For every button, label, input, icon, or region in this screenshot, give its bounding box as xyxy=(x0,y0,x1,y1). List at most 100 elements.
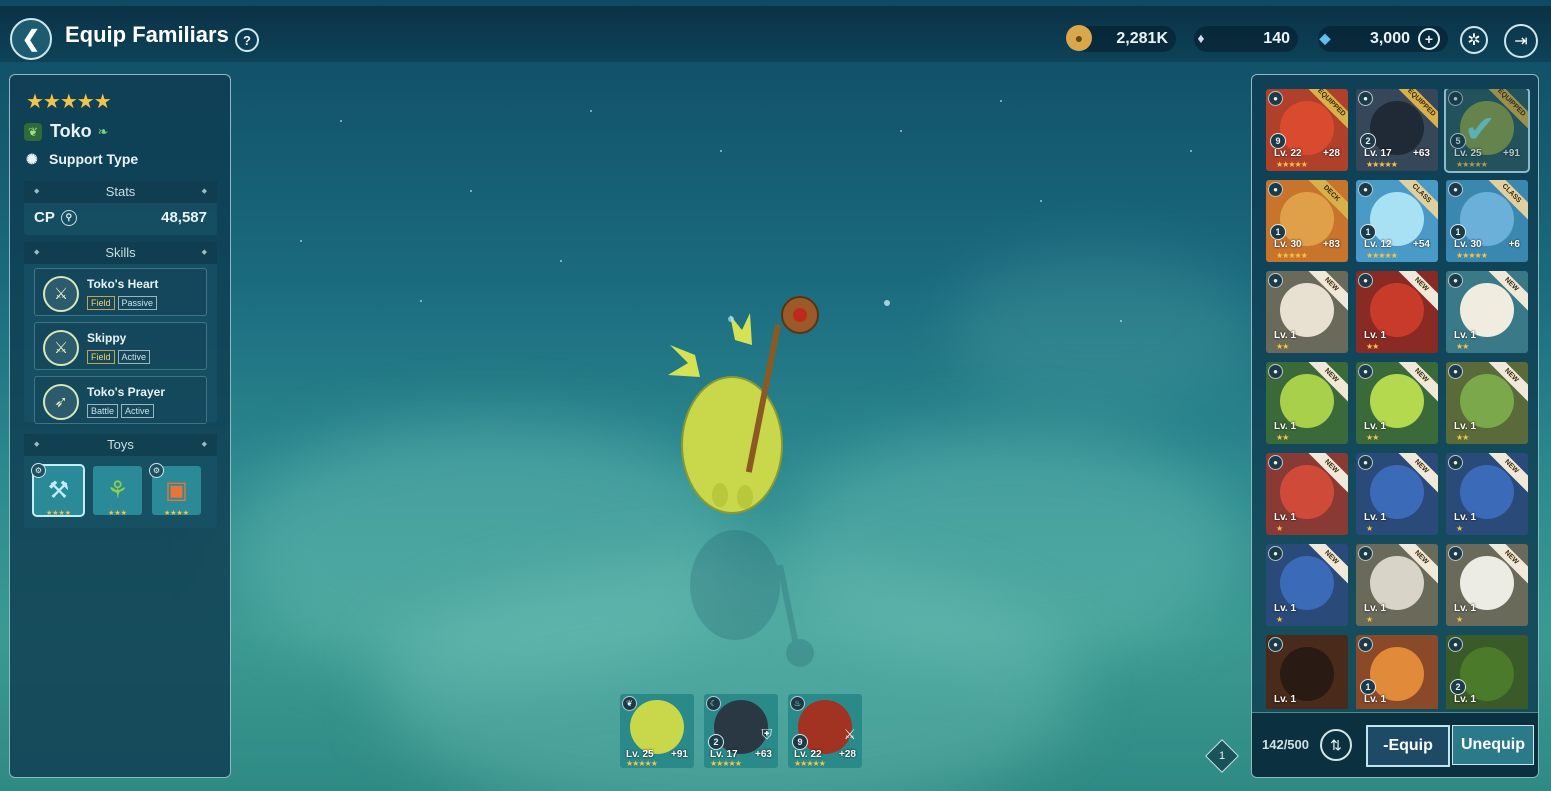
card-level: Lv. 1 xyxy=(1274,512,1297,523)
familiar-card[interactable]: ● NEW Lv. 1 ★ xyxy=(1266,544,1348,626)
element-icon: ● xyxy=(1268,637,1283,652)
familiar-portrait xyxy=(630,700,684,754)
familiar-card[interactable]: ● NEW Lv. 1 ★ xyxy=(1356,453,1438,535)
familiar-card[interactable]: ● EQUIPPED 9 Lv. 22 +28 ★★★★★ xyxy=(1266,89,1348,171)
card-level: Lv. 1 xyxy=(1274,330,1297,341)
familiar-card[interactable]: ● EQUIPPED 5 ✔ Lv. 25 +91 ★★★★★ xyxy=(1444,89,1530,173)
familiar-type: Support Type xyxy=(49,151,139,167)
gold-value: 2,281K xyxy=(1116,30,1168,47)
help-button[interactable]: ? xyxy=(235,28,259,52)
settings-gear-icon[interactable]: ✲ xyxy=(1460,26,1488,54)
checkmark-icon: ✔ xyxy=(1464,109,1496,151)
familiar-portrait xyxy=(1370,556,1424,610)
diamond-icon: ◆ xyxy=(1319,29,1331,46)
card-stars: ★★★★★ xyxy=(1366,160,1398,169)
familiar-portrait xyxy=(1460,374,1514,428)
familiar-portrait xyxy=(1280,647,1334,701)
toy-badge-icon: ⚙ xyxy=(31,463,46,478)
familiar-card[interactable]: ● NEW Lv. 1 ★★ xyxy=(1356,362,1438,444)
life-vest-icon: ▣ xyxy=(165,477,188,504)
familiar-card[interactable]: ● CLASS 1 Lv. 12 +54 ★★★★★ xyxy=(1356,180,1438,262)
exit-door-icon[interactable]: ⇥ xyxy=(1504,24,1538,58)
magnifier-icon[interactable]: ⚲ xyxy=(60,209,77,226)
team-slot[interactable]: ♨ 9 ⚔ Lv. 22 +28 ★★★★★ xyxy=(788,694,862,768)
toys-header: Toys xyxy=(24,434,217,456)
back-button[interactable]: ❮ xyxy=(10,18,52,60)
crystal-icon: ♦ xyxy=(1197,30,1205,46)
skill-item[interactable]: ➶ Toko's Prayer Battle Active xyxy=(34,376,207,424)
card-stars: ★ xyxy=(1276,524,1283,533)
element-icon: ● xyxy=(1268,91,1283,106)
card-level: Lv. 1 xyxy=(1454,330,1477,341)
inventory-actions-bar: 142/500 ⇅ -Equip Unequip xyxy=(1252,712,1538,777)
skill-item[interactable]: ⚔ Toko's Heart Field Passive xyxy=(34,268,207,316)
card-level: Lv. 22 xyxy=(1274,148,1302,159)
skill-name: Toko's Heart xyxy=(87,277,159,291)
familiar-portrait xyxy=(1460,556,1514,610)
familiar-card[interactable]: ● 1 Lv. 1 xyxy=(1356,635,1438,709)
skill-tags: Battle Active xyxy=(87,404,157,418)
card-plus: +54 xyxy=(1413,239,1430,250)
familiar-card[interactable]: ● NEW Lv. 1 ★ xyxy=(1446,544,1528,626)
hammer-icon: ⚒ xyxy=(47,477,70,504)
add-gems-button[interactable]: + xyxy=(1418,28,1440,50)
familiar-card[interactable]: ● DECK 1 Lv. 30 +83 ★★★★★ xyxy=(1266,180,1348,262)
card-level: Lv. 30 xyxy=(1454,239,1482,250)
element-icon: ● xyxy=(1448,637,1463,652)
familiar-card[interactable]: ● 2 Lv. 1 xyxy=(1446,635,1528,709)
familiar-inventory-panel: ● EQUIPPED 9 Lv. 22 +28 ★★★★★ ● EQUIPPED 2 Lv. 17… xyxy=(1251,74,1539,778)
element-icon: ● xyxy=(1448,91,1463,106)
star xyxy=(1190,150,1192,152)
slot-number: 9 xyxy=(792,734,808,750)
toy-slot[interactable]: ⚙ ▣ ★★★★ xyxy=(149,463,201,517)
familiar-card[interactable]: ● EQUIPPED 2 Lv. 17 +63 ★★★★★ xyxy=(1356,89,1438,171)
skill-tags: Field Active xyxy=(87,350,153,364)
star xyxy=(1040,200,1042,202)
familiar-card[interactable]: ● CLASS 1 Lv. 30 +6 ★★★★★ xyxy=(1446,180,1528,262)
card-stars: ★★ xyxy=(1276,342,1289,351)
card-level: Lv. 1 xyxy=(1454,512,1477,523)
card-level: Lv. 1 xyxy=(1454,421,1477,432)
familiar-portrait xyxy=(1370,647,1424,701)
team-slot[interactable]: ❦ Lv. 25 +91 ★★★★★ xyxy=(620,694,694,768)
sparkle xyxy=(884,300,890,306)
skill-tag: Field xyxy=(87,296,115,310)
card-level: Lv. 1 xyxy=(1454,694,1477,705)
equip-button[interactable]: -Equip xyxy=(1366,725,1450,767)
familiar-card[interactable]: ● NEW Lv. 1 ★★ xyxy=(1356,271,1438,353)
crystal-value: 140 xyxy=(1263,30,1290,47)
toy-slot[interactable]: ⚙ ⚒ ★★★★ xyxy=(31,463,85,517)
back-arrow-icon: ❮ xyxy=(21,26,41,51)
unequip-button[interactable]: Unequip xyxy=(1452,725,1534,765)
skill-item[interactable]: ⚔ Skippy Field Active xyxy=(34,322,207,370)
familiar-portrait xyxy=(1460,283,1514,337)
card-plus: +63 xyxy=(1413,148,1430,159)
skills-header: Skills xyxy=(24,242,217,264)
familiar-portrait xyxy=(1280,465,1334,519)
card-stars: ★★ xyxy=(1276,433,1289,442)
card-stars: ★ xyxy=(1456,524,1463,533)
slot-plus: +63 xyxy=(755,749,772,760)
familiar-card[interactable]: ● NEW Lv. 1 ★ xyxy=(1356,544,1438,626)
familiar-card[interactable]: ● NEW Lv. 1 ★★ xyxy=(1446,362,1528,444)
familiar-portrait xyxy=(1460,192,1514,246)
familiar-card[interactable]: ● NEW Lv. 1 ★★ xyxy=(1266,271,1348,353)
familiar-card[interactable]: ● NEW Lv. 1 ★ xyxy=(1446,453,1528,535)
familiar-portrait xyxy=(1460,647,1514,701)
familiar-portrait xyxy=(1370,465,1424,519)
card-level: Lv. 1 xyxy=(1364,603,1387,614)
familiar-card[interactable]: ● Lv. 1 xyxy=(1266,635,1348,709)
element-icon: ● xyxy=(1268,182,1283,197)
toy-stars: ★★★★ xyxy=(163,510,190,517)
slot-number: 1 xyxy=(1450,224,1466,240)
element-icon: ● xyxy=(1448,546,1463,561)
familiar-card[interactable]: ● NEW Lv. 1 ★★ xyxy=(1446,271,1528,353)
team-slot[interactable]: ☾ 2 ⛨ Lv. 17 +63 ★★★★★ xyxy=(704,694,778,768)
element-icon: ● xyxy=(1448,455,1463,470)
familiar-card[interactable]: ● NEW Lv. 1 ★ xyxy=(1266,453,1348,535)
sort-button[interactable]: ⇅ xyxy=(1320,729,1352,761)
toy-slot[interactable]: ⚘ ★★★ xyxy=(93,466,142,517)
star xyxy=(720,150,722,152)
gold-counter: ● 2,281K xyxy=(1066,25,1176,52)
familiar-card[interactable]: ● NEW Lv. 1 ★★ xyxy=(1266,362,1348,444)
